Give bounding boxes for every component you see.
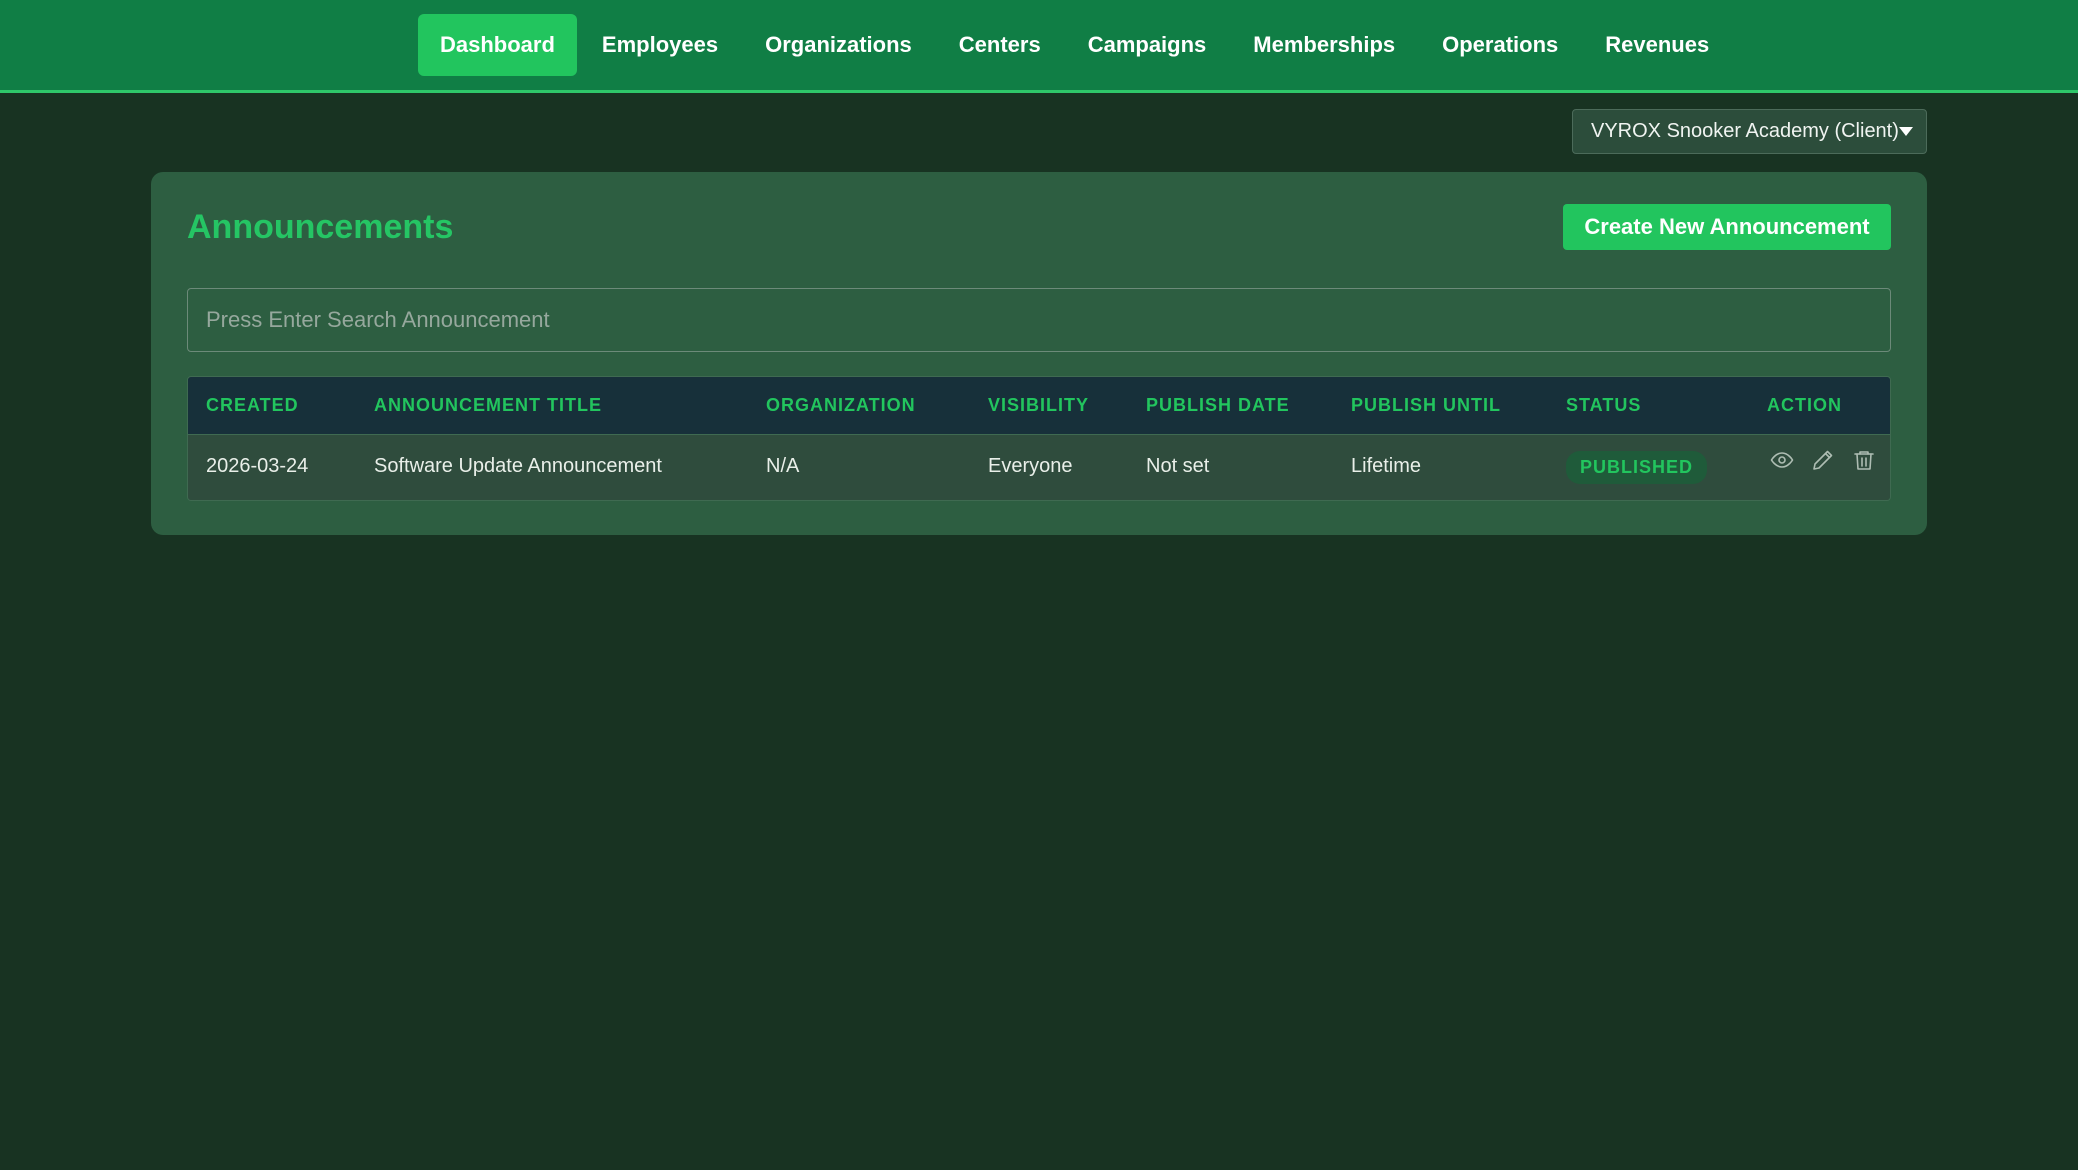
nav-list: Dashboard Employees Organizations Center… <box>418 14 1731 76</box>
top-navigation-bar: Dashboard Employees Organizations Center… <box>0 0 2078 93</box>
nav-item-memberships[interactable]: Memberships <box>1231 14 1417 76</box>
table-row: 2026-03-24 Software Update Announcement … <box>188 434 1890 500</box>
create-announcement-button[interactable]: Create New Announcement <box>1563 204 1891 250</box>
cell-organization: N/A <box>766 454 800 477</box>
cell-publish-date: Not set <box>1146 454 1210 477</box>
nav-item-campaigns[interactable]: Campaigns <box>1066 14 1229 76</box>
cell-title: Software Update Announcement <box>374 454 662 477</box>
column-header-publish-date: Publish Date <box>1146 395 1290 415</box>
column-header-organization: Organization <box>766 395 916 415</box>
nav-item-dashboard[interactable]: Dashboard <box>418 14 577 76</box>
table-header: Created Announcement Title Organization … <box>188 377 1890 434</box>
cell-publish-until: Lifetime <box>1351 454 1422 477</box>
nav-item-revenues[interactable]: Revenues <box>1583 14 1731 76</box>
search-input[interactable] <box>187 288 1891 352</box>
pencil-icon <box>1813 450 1833 470</box>
delete-button[interactable] <box>1852 447 1876 473</box>
column-header-visibility: Visibility <box>988 395 1090 415</box>
eye-icon <box>1770 452 1794 468</box>
row-actions <box>1770 447 1876 473</box>
column-header-action: Action <box>1767 395 1842 415</box>
caret-down-icon <box>1898 127 1913 136</box>
announcements-table: Created Announcement Title Organization … <box>187 376 1891 501</box>
column-header-title: Announcement Title <box>374 395 602 415</box>
client-select-dropdown[interactable]: VYROX Snooker Academy (Client) <box>1572 109 1927 154</box>
nav-item-employees[interactable]: Employees <box>580 14 740 76</box>
cell-visibility: Everyone <box>988 454 1073 477</box>
nav-item-organizations[interactable]: Organizations <box>743 14 934 76</box>
nav-item-centers[interactable]: Centers <box>937 14 1063 76</box>
column-header-created: Created <box>206 395 299 415</box>
nav-item-operations[interactable]: Operations <box>1420 14 1580 76</box>
page-title: Announcements <box>187 208 454 246</box>
view-button[interactable] <box>1770 447 1794 473</box>
edit-button[interactable] <box>1811 447 1835 473</box>
column-header-status: Status <box>1566 395 1642 415</box>
cell-status: PUBLISHED <box>1566 435 1708 497</box>
trash-icon <box>1854 451 1874 470</box>
status-badge: PUBLISHED <box>1566 450 1708 484</box>
column-header-publish-until: Publish Until <box>1351 395 1501 415</box>
cell-created: 2026-03-24 <box>206 454 309 477</box>
client-select-value: VYROX Snooker Academy (Client) <box>1591 120 1899 142</box>
announcements-panel: Announcements Create New Announcement Cr… <box>151 172 1927 535</box>
